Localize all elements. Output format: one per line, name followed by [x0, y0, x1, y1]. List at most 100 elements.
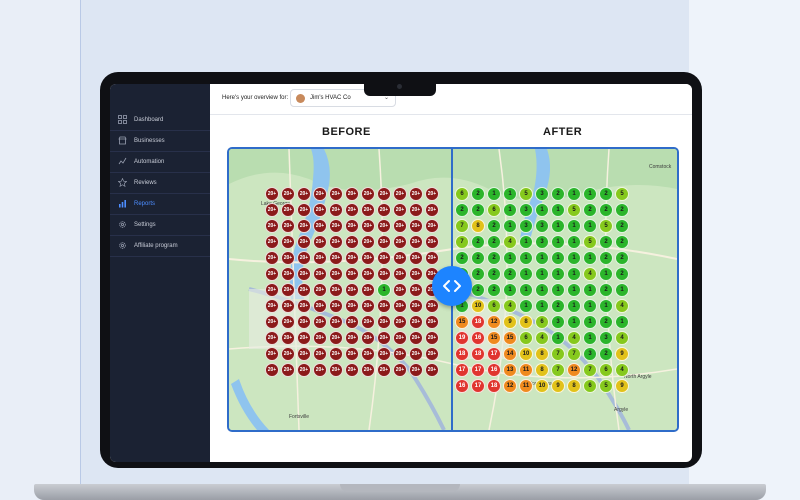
- before-rank-dot: 20+: [377, 331, 391, 345]
- after-rank-dot: 3: [519, 203, 533, 217]
- before-rank-dot: 20+: [313, 299, 327, 313]
- after-rank-dot: 2: [599, 347, 613, 361]
- before-rank-dot: 20+: [409, 363, 423, 377]
- before-rank-dot: 20+: [313, 347, 327, 361]
- after-rank-dot: 2: [487, 283, 501, 297]
- before-rank-dot: 20+: [409, 219, 423, 233]
- sidebar-item-affiliate-program[interactable]: Affiliate program: [110, 235, 210, 257]
- after-rank-dot: 7: [567, 347, 581, 361]
- before-rank-dot: 20+: [345, 283, 359, 297]
- after-rank-dot: 3: [551, 315, 565, 329]
- after-rank-dot: 5: [599, 379, 613, 393]
- before-rank-dot: 20+: [377, 235, 391, 249]
- sidebar-item-settings[interactable]: Settings: [110, 214, 210, 236]
- before-rank-dot: 20+: [281, 347, 295, 361]
- after-rank-dot: 2: [455, 251, 469, 265]
- before-rank-dot: 20+: [329, 219, 343, 233]
- after-rank-dot: 7: [455, 235, 469, 249]
- sidebar-item-businesses[interactable]: Businesses: [110, 130, 210, 152]
- before-rank-dot: 20+: [281, 219, 295, 233]
- after-rank-dot: 3: [535, 235, 549, 249]
- after-rank-dot: 4: [535, 331, 549, 345]
- before-rank-dot: 20+: [329, 251, 343, 265]
- comparison-slider-handle[interactable]: [432, 266, 472, 306]
- after-rank-dot: 2: [615, 251, 629, 265]
- after-rank-dot: 2: [471, 203, 485, 217]
- after-rank-dot: 6: [583, 379, 597, 393]
- before-rank-dot: 20+: [329, 235, 343, 249]
- after-rank-dot: 2: [599, 315, 613, 329]
- after-rank-dot: 2: [487, 235, 501, 249]
- before-rank-dot: 20+: [361, 363, 375, 377]
- after-rank-dot: 12: [503, 379, 517, 393]
- before-rank-dot: 20+: [297, 235, 311, 249]
- after-rank-dot: 5: [615, 187, 629, 201]
- after-rank-dot: 2: [487, 251, 501, 265]
- after-rank-dot: 5: [599, 219, 613, 233]
- after-rank-dot: 1: [583, 283, 597, 297]
- before-rank-dot: 20+: [425, 315, 439, 329]
- after-rank-dot: 12: [567, 363, 581, 377]
- after-rank-dot: 7: [551, 363, 565, 377]
- before-rank-dot: 20+: [297, 347, 311, 361]
- before-rank-dot: 20+: [425, 187, 439, 201]
- before-rank-dot: 20+: [297, 363, 311, 377]
- before-rank-dot: 20+: [425, 331, 439, 345]
- after-rank-dot: 1: [519, 299, 533, 313]
- before-rank-dot: 20+: [265, 315, 279, 329]
- before-rank-dot: 20+: [393, 283, 407, 297]
- after-rank-dot: 16: [471, 331, 485, 345]
- after-rank-dot: 2: [599, 187, 613, 201]
- after-rank-dot: 4: [583, 267, 597, 281]
- after-rank-dot: 1: [567, 235, 581, 249]
- before-rank-dot: 20+: [297, 251, 311, 265]
- sidebar-item-reports[interactable]: Reports: [110, 193, 210, 215]
- sidebar-item-dashboard[interactable]: Dashboard: [110, 109, 210, 131]
- after-rank-dot: 2: [599, 251, 613, 265]
- after-rank-dot: 18: [471, 315, 485, 329]
- sidebar-item-reviews[interactable]: Reviews: [110, 172, 210, 194]
- before-rank-dot: 20+: [361, 315, 375, 329]
- before-rank-dot: 20+: [345, 267, 359, 281]
- sidebar-item-label: Businesses: [134, 137, 165, 144]
- after-rank-dot: 4: [503, 235, 517, 249]
- before-rank-dot: 20+: [313, 267, 327, 281]
- before-rank-dot: 20+: [313, 315, 327, 329]
- after-rank-dot: 2: [455, 203, 469, 217]
- after-rank-dot: 2: [471, 235, 485, 249]
- after-rank-dot: 2: [471, 187, 485, 201]
- sidebar-item-label: Settings: [134, 221, 156, 228]
- after-rank-dot: 3: [599, 331, 613, 345]
- before-rank-dot: 20+: [345, 251, 359, 265]
- after-rank-dot: 4: [615, 331, 629, 345]
- before-rank-dot: 20+: [377, 363, 391, 377]
- after-rank-dot: 15: [503, 331, 517, 345]
- after-rank-dot: 1: [503, 251, 517, 265]
- bar-chart-icon: [116, 198, 128, 210]
- before-rank-dot: 20+: [361, 203, 375, 217]
- before-rank-dot: 20+: [281, 363, 295, 377]
- after-rank-dot: 16: [455, 379, 469, 393]
- before-rank-dot: 20+: [425, 347, 439, 361]
- before-rank-dot: 20+: [345, 187, 359, 201]
- after-rank-dot: 1: [551, 251, 565, 265]
- before-rank-dot: 20+: [281, 315, 295, 329]
- before-rank-dot: 20+: [281, 203, 295, 217]
- before-rank-dot: 20+: [361, 299, 375, 313]
- after-rank-dot: 1: [567, 251, 581, 265]
- laptop-base-notch: [340, 484, 460, 492]
- overview-label: Here's your overview for:: [222, 95, 289, 101]
- sidebar-item-label: Reports: [134, 200, 156, 207]
- before-rank-dot: 20+: [377, 219, 391, 233]
- after-rank-dot: 6: [487, 299, 501, 313]
- after-rank-dot: 1: [551, 283, 565, 297]
- after-rank-dot: 1: [551, 331, 565, 345]
- before-rank-dot: 20+: [425, 299, 439, 313]
- sidebar-item-automation[interactable]: Automation: [110, 151, 210, 173]
- store-icon: [116, 135, 128, 147]
- before-rank-dot: 20+: [345, 331, 359, 345]
- after-rank-dot: 1: [615, 283, 629, 297]
- before-rank-dot: 20+: [345, 299, 359, 313]
- after-rank-dot: 12: [487, 315, 501, 329]
- before-rank-dot: 20+: [265, 203, 279, 217]
